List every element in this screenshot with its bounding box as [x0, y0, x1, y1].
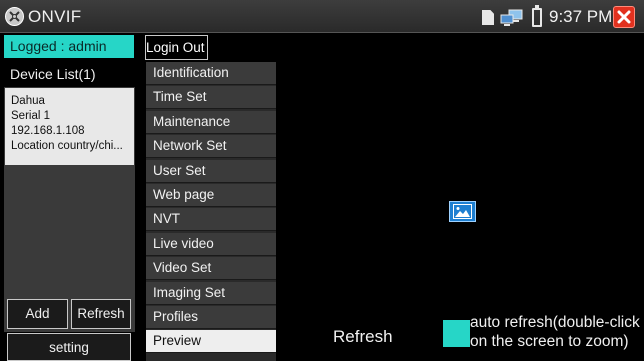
auto-refresh-label: auto refresh(double-click on the screen …	[470, 314, 640, 350]
auto-refresh-checkbox[interactable]	[443, 320, 470, 347]
menu-item-preview[interactable]: Preview	[146, 330, 276, 354]
sd-card-icon	[482, 10, 494, 25]
setting-button[interactable]: setting	[7, 333, 131, 361]
device-location: Location country/chi...	[11, 140, 123, 152]
logged-in-status: Logged : admin	[4, 35, 134, 58]
image-placeholder-icon	[449, 201, 476, 222]
menu-item-nvt[interactable]: NVT	[146, 208, 276, 232]
menu-item-identification[interactable]: Identification	[146, 62, 276, 85]
menu-item-time-set[interactable]: Time Set	[146, 86, 276, 110]
menu-item-imaging-set[interactable]: Imaging Set	[146, 281, 276, 305]
logout-button[interactable]: Login Out	[145, 35, 208, 60]
menu-item-maintenance[interactable]: Maintenance	[146, 110, 276, 134]
device-serial: Serial 1	[11, 110, 50, 122]
device-ip: 192.168.1.108	[11, 125, 85, 137]
menu-item-profiles[interactable]: Profiles	[146, 306, 276, 329]
refresh-devices-button[interactable]: Refresh	[71, 299, 131, 329]
title-bar: ONVIF 9:37 PM	[0, 0, 644, 33]
device-list-item[interactable]: Dahua Serial 1 192.168.1.108 Location co…	[5, 88, 134, 165]
menu-item-user-set[interactable]: User Set	[146, 159, 276, 183]
app-title: ONVIF	[28, 7, 82, 26]
clock: 9:37 PM	[549, 7, 613, 26]
function-menu: Identification Time Set Maintenance Netw…	[146, 62, 276, 361]
network-icon	[500, 9, 523, 26]
add-device-button[interactable]: Add	[7, 299, 68, 329]
device-name: Dahua	[11, 95, 45, 107]
device-list-title: Device List(1)	[10, 66, 96, 82]
menu-item-live-video[interactable]: Live video	[146, 232, 276, 256]
menu-item-video-set[interactable]: Video Set	[146, 257, 276, 281]
preview-refresh-button[interactable]: Refresh	[333, 327, 393, 347]
close-button[interactable]	[613, 6, 635, 28]
close-icon	[617, 10, 631, 24]
onvif-app-icon	[5, 7, 24, 26]
battery-icon	[532, 5, 542, 27]
menu-item-web-page[interactable]: Web page	[146, 184, 276, 207]
menu-item-network-set[interactable]: Network Set	[146, 135, 276, 159]
